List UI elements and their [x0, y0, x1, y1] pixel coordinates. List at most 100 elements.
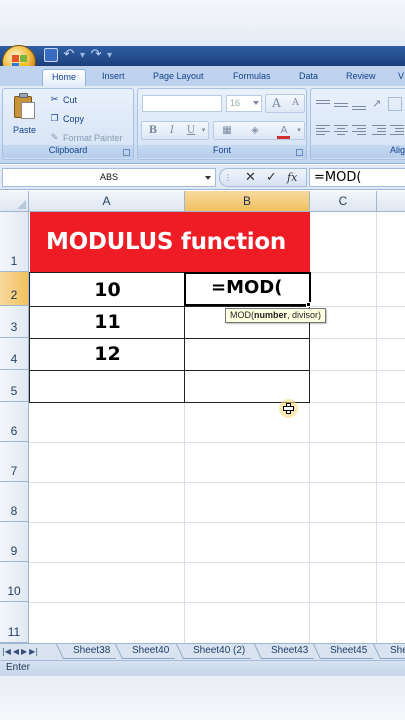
italic-button[interactable]: I: [163, 122, 181, 139]
row-header-1[interactable]: 1: [0, 212, 29, 272]
row-header-5[interactable]: 5: [0, 370, 29, 402]
format-painter-button[interactable]: ✎ Format Painter: [49, 132, 123, 143]
function-tooltip[interactable]: MOD(number, divisor): [225, 308, 327, 323]
tab-review[interactable]: Review: [346, 69, 376, 86]
align-center-icon[interactable]: [334, 123, 348, 136]
grid-line: [29, 562, 405, 563]
paste-button[interactable]: Paste: [13, 125, 36, 135]
font-color-dropdown-icon[interactable]: ▾: [294, 122, 304, 139]
name-box[interactable]: ABS: [2, 168, 216, 187]
sheet-tab[interactable]: Sheet40 (2): [183, 644, 252, 659]
tab-formulas[interactable]: Formulas: [233, 69, 271, 86]
row-header-4[interactable]: 4: [0, 338, 29, 370]
increase-indent-icon[interactable]: [390, 123, 404, 136]
underline-button[interactable]: U: [182, 122, 200, 139]
fill-handle[interactable]: [306, 302, 311, 307]
redo-icon[interactable]: ↷: [89, 48, 103, 62]
grid-line: [376, 212, 377, 643]
sheet-tab[interactable]: She: [380, 644, 405, 659]
shrink-font-button[interactable]: A: [287, 95, 304, 112]
table-border: [29, 338, 310, 339]
last-sheet-icon[interactable]: ▶|: [29, 645, 38, 659]
sheet-tab[interactable]: Sheet43: [261, 644, 315, 659]
orientation-icon[interactable]: ↗: [372, 97, 381, 110]
format-painter-label: Format Painter: [63, 132, 123, 143]
row-header-11[interactable]: 11: [0, 602, 29, 643]
name-box-dropdown-icon[interactable]: [205, 176, 211, 180]
borders-icon[interactable]: ▦: [216, 122, 238, 139]
title-cell[interactable]: MODULUS function: [30, 212, 310, 272]
enter-icon[interactable]: ✓: [266, 170, 277, 186]
border-fill-group: ▦ ◈ A ▾: [213, 121, 305, 140]
row-header-2[interactable]: 2: [0, 272, 29, 306]
fill-color-icon[interactable]: ◈: [244, 122, 266, 139]
underline-dropdown-icon[interactable]: ▾: [199, 122, 208, 139]
font-name-select[interactable]: [142, 95, 222, 112]
ribbon-tabs: Home Insert Page Layout Formulas Data Re…: [0, 66, 405, 86]
sheet-tab[interactable]: Sheet38: [63, 644, 117, 659]
align-bottom-icon[interactable]: [352, 98, 366, 111]
wrap-text-icon[interactable]: [388, 97, 402, 111]
align-top-icon[interactable]: [316, 98, 330, 111]
font-launcher-icon[interactable]: [296, 149, 303, 156]
vertical-align-row: ↗: [314, 96, 404, 113]
grow-font-button[interactable]: A: [268, 95, 285, 112]
bottom-backdrop: [0, 676, 405, 720]
save-icon[interactable]: [44, 48, 58, 62]
row-header-3[interactable]: 3: [0, 306, 29, 338]
tab-insert[interactable]: Insert: [102, 69, 125, 86]
cell-a2[interactable]: 10: [30, 279, 185, 301]
font-size-select[interactable]: 16: [226, 95, 262, 112]
tab-home[interactable]: Home: [42, 69, 87, 86]
scissors-icon: ✂: [50, 94, 59, 104]
decrease-indent-icon[interactable]: [372, 123, 386, 136]
excel-window: ↶ ▾ ↷ ▾ Home Insert Page Layout Formulas…: [0, 0, 405, 720]
first-sheet-icon[interactable]: |◀: [2, 645, 11, 659]
row-header-8[interactable]: 8: [0, 482, 29, 522]
formula-bar: ABS ⋮ ✕ ✓ fx =MOD(: [0, 165, 405, 190]
row-header-6[interactable]: 6: [0, 402, 29, 442]
formula-input[interactable]: =MOD(: [309, 168, 405, 187]
table-border: [29, 306, 310, 307]
sheet-tab[interactable]: Sheet40: [122, 644, 176, 659]
undo-dropdown-icon[interactable]: ▾: [80, 50, 85, 61]
row-header-7[interactable]: 7: [0, 442, 29, 482]
cell-a4[interactable]: 12: [30, 343, 185, 365]
cell-a3[interactable]: 11: [30, 311, 185, 333]
tab-page-layout[interactable]: Page Layout: [153, 69, 204, 86]
undo-icon[interactable]: ↶: [62, 48, 76, 62]
column-header-a[interactable]: A: [29, 191, 185, 212]
splitter-dots-icon[interactable]: ⋮: [224, 170, 232, 186]
prev-sheet-icon[interactable]: ◀: [13, 645, 19, 659]
bold-button[interactable]: B: [144, 122, 162, 139]
paste-icon[interactable]: [11, 93, 37, 123]
column-header-b[interactable]: B: [185, 191, 310, 212]
tab-view[interactable]: V: [398, 69, 404, 86]
tab-data[interactable]: Data: [299, 69, 318, 86]
grow-shrink-group: A A: [265, 94, 305, 113]
row-header-9[interactable]: 9: [0, 522, 29, 562]
align-middle-icon[interactable]: [334, 98, 348, 111]
align-left-icon[interactable]: [316, 123, 330, 136]
column-header-d[interactable]: [377, 191, 405, 212]
font-color-swatch: [277, 136, 290, 139]
cut-button[interactable]: ✂ Cut: [49, 94, 77, 105]
status-mode: Enter: [6, 662, 30, 673]
row-header-10[interactable]: 10: [0, 562, 29, 602]
copy-button[interactable]: ❐ Copy: [49, 113, 84, 124]
cancel-icon[interactable]: ✕: [245, 170, 256, 186]
status-bar: Enter: [0, 660, 405, 676]
top-backdrop: [0, 0, 405, 46]
next-sheet-icon[interactable]: ▶: [21, 645, 27, 659]
tooltip-arg-number[interactable]: number: [254, 310, 287, 320]
sheet-tab[interactable]: Sheet45: [320, 644, 374, 659]
insert-function-icon[interactable]: fx: [287, 170, 297, 186]
qat-customize-icon[interactable]: ▾: [107, 50, 112, 61]
font-group-label: Font: [138, 145, 306, 158]
align-right-icon[interactable]: [352, 123, 366, 136]
select-all-button[interactable]: [0, 191, 29, 212]
tooltip-rest: , divisor): [287, 310, 322, 320]
font-size-dropdown-icon[interactable]: [253, 101, 259, 105]
column-header-c[interactable]: C: [310, 191, 377, 212]
clipboard-launcher-icon[interactable]: [123, 149, 130, 156]
